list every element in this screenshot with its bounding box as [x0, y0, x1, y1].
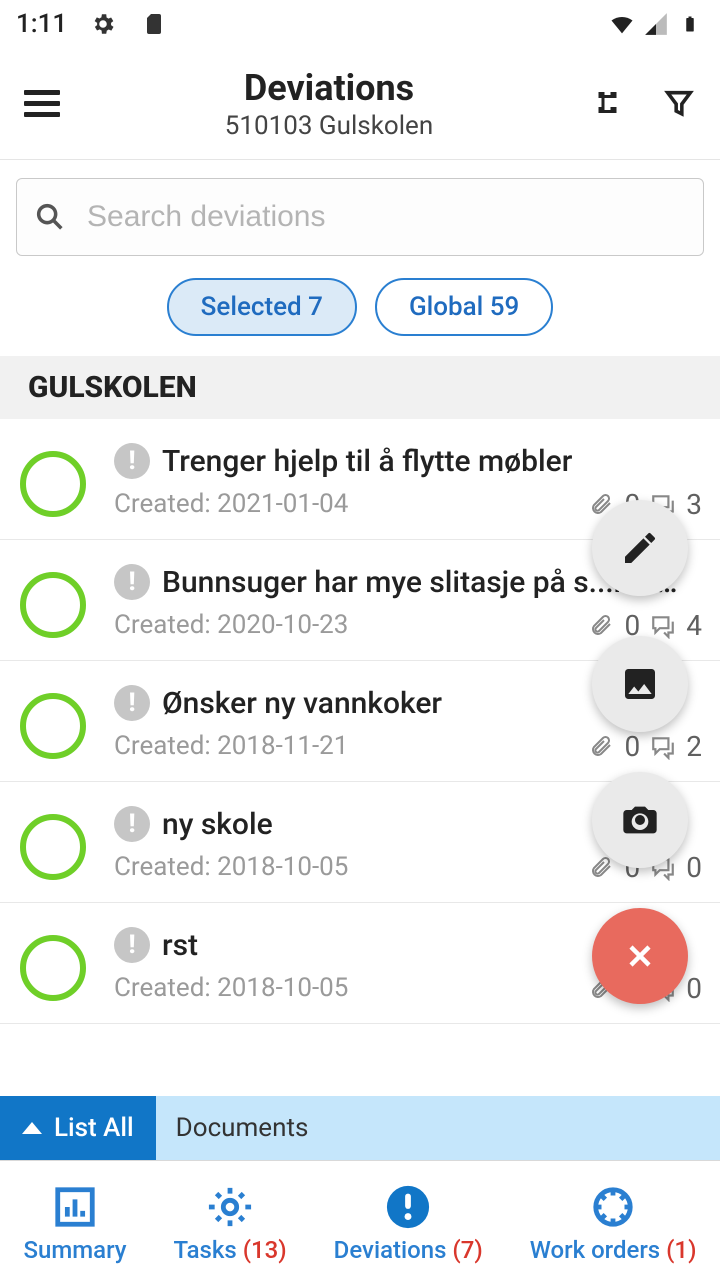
fab-close[interactable] — [592, 908, 688, 1004]
priority-icon: ! — [114, 564, 150, 600]
fab-camera[interactable] — [592, 772, 688, 868]
wifi-icon — [608, 10, 636, 38]
page-title: Deviations — [64, 67, 594, 109]
hierarchy-icon[interactable] — [594, 86, 630, 122]
status-circle-icon — [20, 693, 86, 759]
chip-global[interactable]: Global 59 — [375, 278, 553, 336]
menu-button[interactable] — [24, 84, 64, 124]
gear-icon — [89, 10, 117, 38]
search-input[interactable] — [87, 200, 687, 234]
battery-icon — [676, 10, 704, 38]
fab-stack — [592, 500, 688, 1004]
nav-summary[interactable]: Summary — [23, 1184, 126, 1264]
fab-edit[interactable] — [592, 500, 688, 596]
nav-tasks[interactable]: Tasks (13) — [174, 1184, 287, 1264]
priority-icon: ! — [114, 685, 150, 721]
search-input-wrap[interactable] — [16, 178, 704, 256]
chevron-up-icon — [22, 1122, 42, 1134]
signal-icon — [642, 10, 670, 38]
scope-chips: Selected 7 Global 59 — [0, 256, 720, 356]
fab-image[interactable] — [592, 636, 688, 732]
status-circle-icon — [20, 572, 86, 638]
item-title: Trenger hjelp til å flytte møbler — [162, 444, 702, 479]
sd-card-icon — [139, 10, 167, 38]
status-bar: 1:11 — [0, 0, 720, 48]
list-all-button[interactable]: List All — [0, 1096, 156, 1160]
section-header: GULSKOLEN — [0, 356, 720, 419]
page-subtitle: 510103 Gulskolen — [64, 111, 594, 141]
documents-label[interactable]: Documents — [156, 1113, 309, 1143]
nav-workorders[interactable]: Work orders (1) — [530, 1184, 697, 1264]
priority-icon: ! — [114, 806, 150, 842]
filter-icon[interactable] — [662, 87, 696, 121]
search-icon — [33, 200, 67, 234]
priority-icon: ! — [114, 927, 150, 963]
nav-deviations[interactable]: Deviations (7) — [334, 1184, 483, 1264]
bottom-nav: Summary Tasks (13) Deviations (7) Work o… — [0, 1160, 720, 1280]
status-circle-icon — [20, 935, 86, 1001]
status-circle-icon — [20, 451, 86, 517]
doc-strip: List All Documents — [0, 1096, 720, 1160]
status-time: 1:11 — [16, 9, 67, 39]
status-circle-icon — [20, 814, 86, 880]
chip-selected[interactable]: Selected 7 — [167, 278, 357, 336]
priority-icon: ! — [114, 443, 150, 479]
app-bar: Deviations 510103 Gulskolen — [0, 48, 720, 160]
